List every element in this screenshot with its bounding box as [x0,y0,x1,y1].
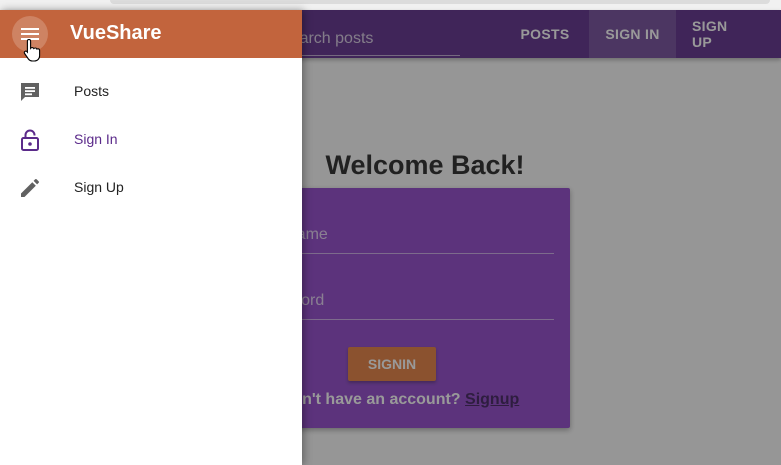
drawer-item-signin[interactable]: Sign In [0,116,302,164]
drawer-item-signup[interactable]: Sign Up [0,164,302,212]
brand-title[interactable]: VueShare [70,22,162,45]
chat-icon [21,83,39,101]
lock-open-icon [21,129,39,151]
drawer-item-posts[interactable]: Posts [0,68,302,116]
drawer-item-label: Sign Up [74,179,124,195]
app-page: POSTS SIGN IN SIGN UP Welcome Back! SIGN… [0,0,781,465]
pencil-icon [21,179,39,197]
drawer-item-label: Posts [74,83,110,99]
drawer-item-label: Sign In [74,131,118,147]
drawer-header: VueShare [0,10,302,58]
hand-cursor-icon [23,38,41,62]
address-bar-edge [110,0,770,4]
navigation-drawer: VueShare Posts Sign In Sign Up [0,10,302,465]
browser-chrome-strip [0,0,781,10]
